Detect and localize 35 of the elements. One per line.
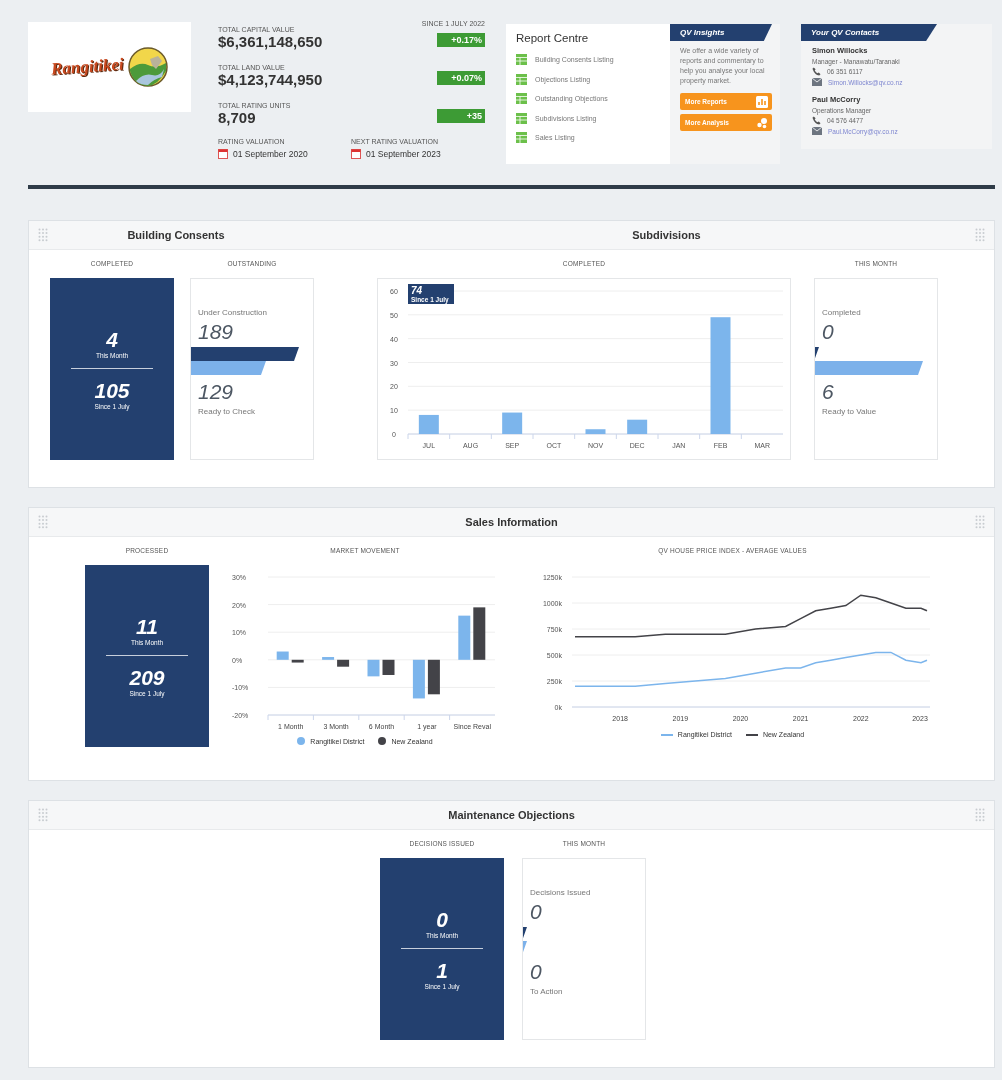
logo-text: Rangitikei <box>50 54 125 80</box>
stat-label: Decisions Issued <box>529 888 592 897</box>
panel-title: Sales Information <box>464 516 559 528</box>
stat-value: 6 <box>821 380 835 404</box>
report-centre-title: Report Centre <box>516 32 590 44</box>
panel-title: Subdivisions <box>631 229 702 241</box>
stat-label: Completed <box>821 308 862 317</box>
insights-title: QV Insights <box>670 24 772 41</box>
stat-value: 0 <box>436 908 448 932</box>
stat-value: 4 <box>106 328 118 352</box>
stat-value: 209 <box>129 666 165 690</box>
stat-value: 1 <box>436 959 448 983</box>
stat-value: $4,123,744,950 <box>218 71 323 88</box>
badge-value: 74 <box>411 285 424 296</box>
stat-label: To Action <box>529 987 564 996</box>
stat-label: Ready to Check <box>197 407 256 416</box>
stat-value: 0 <box>529 960 543 984</box>
change-badge: +35 <box>437 109 485 123</box>
panel-title: Maintenance Objections <box>447 809 576 821</box>
stat-label: Under Construction <box>197 308 268 317</box>
stat-value: 11 <box>136 615 158 639</box>
stat-value: 105 <box>94 379 130 403</box>
stat-value: 8,709 <box>218 109 257 126</box>
date-value: 01 September 2020 <box>233 149 308 159</box>
contacts-title: Your QV Contacts <box>801 24 937 41</box>
stat-label: Ready to Value <box>821 407 878 416</box>
date-value: 01 September 2023 <box>366 149 441 159</box>
stat-value: 0 <box>821 320 835 344</box>
change-badge: +0.17% <box>437 33 485 47</box>
stat-value: 0 <box>529 900 543 924</box>
stat-value: 189 <box>197 320 235 344</box>
stat-value: $6,361,148,650 <box>218 33 323 50</box>
change-badge: +0.07% <box>437 71 485 85</box>
panel-title: Building Consents <box>126 229 226 241</box>
stat-value: 129 <box>197 380 235 404</box>
